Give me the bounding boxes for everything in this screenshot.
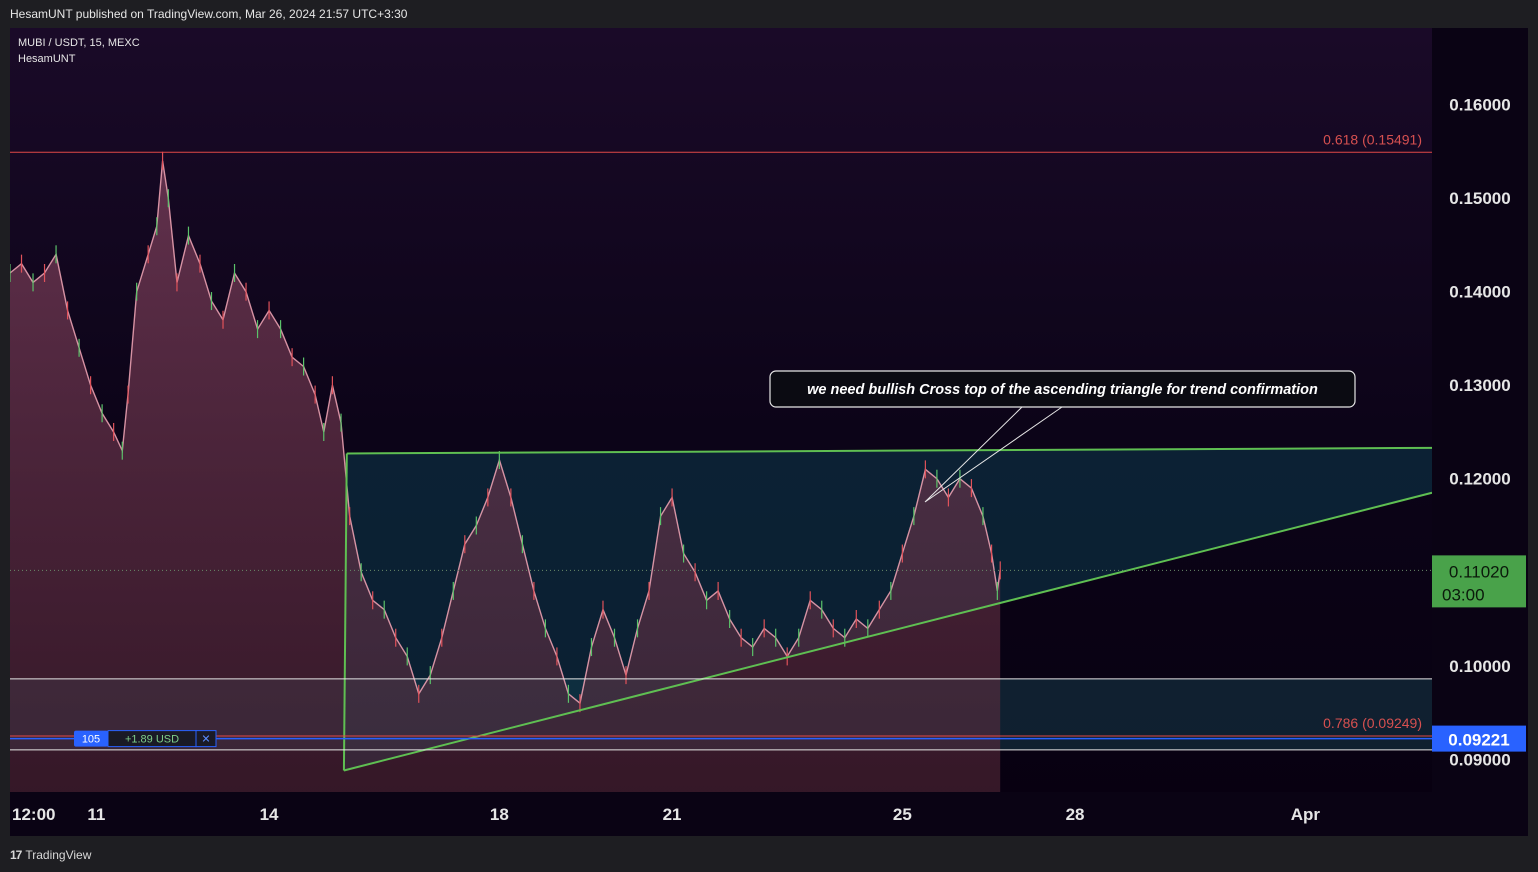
position-price-label: 0.09221	[1448, 731, 1509, 750]
close-icon[interactable]: ✕	[201, 734, 210, 746]
fib-label: 0.618 (0.15491)	[1323, 131, 1422, 147]
x-tick-label: 18	[490, 805, 509, 824]
y-tick-label: 0.14000	[1449, 283, 1510, 302]
publish-header: HesamUNT published on TradingView.com, M…	[0, 0, 1538, 28]
y-tick-label: 0.12000	[1449, 470, 1510, 489]
y-tick-label: 0.13000	[1449, 376, 1510, 395]
y-tick-label: 0.09000	[1449, 750, 1510, 769]
last-price-value: 0.11020	[1449, 562, 1509, 581]
x-tick-label: 21	[663, 805, 682, 824]
symbol-legend: MUBI / USDT, 15, MEXC HesamUNT	[18, 35, 140, 67]
y-tick-label: 0.10000	[1449, 657, 1510, 676]
x-tick-label: 25	[893, 805, 912, 824]
position-pnl: +1.89 USD	[125, 734, 179, 746]
tradingview-logo-text: TradingView	[25, 848, 92, 862]
y-tick-label: 0.15000	[1449, 189, 1510, 208]
publish-info: HesamUNT published on TradingView.com, M…	[10, 7, 408, 21]
author-name: HesamUNT	[18, 53, 76, 65]
x-tick-label: 12:00	[12, 805, 55, 824]
chart-svg[interactable]: we need bullish Cross top of the ascendi…	[9, 28, 1528, 836]
tradingview-logo-icon: 17	[10, 848, 22, 862]
y-tick-label: 0.16000	[1449, 96, 1510, 115]
x-tick-label: 14	[260, 805, 279, 824]
x-tick-label: 11	[87, 805, 105, 824]
price-axis[interactable]	[1432, 28, 1528, 836]
x-tick-label: Apr	[1291, 805, 1321, 824]
symbol-title: MUBI / USDT, 15, MEXC	[18, 37, 140, 49]
time-axis[interactable]	[10, 792, 1432, 836]
x-tick-label: 28	[1066, 805, 1085, 824]
chart-area[interactable]: we need bullish Cross top of the ascendi…	[9, 28, 1528, 836]
position-qty: 105	[82, 734, 100, 746]
annotation-text: we need bullish Cross top of the ascendi…	[807, 382, 1318, 398]
fib-label: 0.786 (0.09249)	[1323, 715, 1422, 731]
tradingview-logo[interactable]: 17 TradingView	[10, 848, 91, 862]
footer-bar	[0, 836, 1538, 872]
last-price-countdown: 03:00	[1442, 585, 1485, 604]
